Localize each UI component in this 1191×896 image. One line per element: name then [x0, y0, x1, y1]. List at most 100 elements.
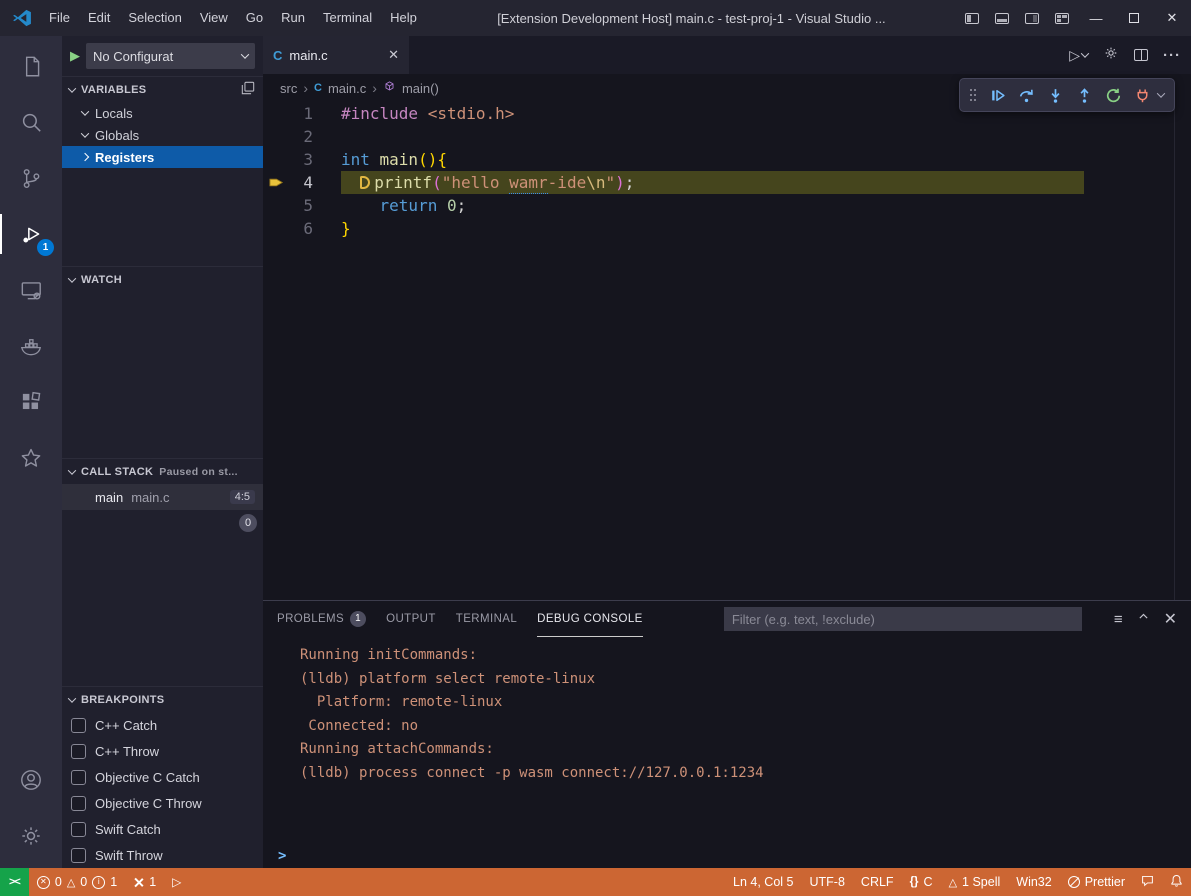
menu-item[interactable]: Run	[272, 0, 314, 36]
chevron-down-icon	[68, 274, 76, 282]
console-line: Connected: no	[300, 715, 1191, 739]
debug-status[interactable]: ▷	[164, 868, 189, 896]
breakpoint-checkbox[interactable]	[71, 848, 86, 863]
drag-handle-icon[interactable]	[970, 94, 972, 96]
variables-item-registers[interactable]: Registers	[62, 146, 263, 168]
breakpoint-item[interactable]: C++ Throw	[62, 738, 263, 764]
remote-indicator[interactable]: ><	[0, 868, 29, 896]
debug-config-dropdown[interactable]: No Configurat	[86, 43, 255, 69]
breakpoint-checkbox[interactable]	[71, 822, 86, 837]
breakpoint-checkbox[interactable]	[71, 718, 86, 733]
spell-status[interactable]: △ 1 Spell	[941, 868, 1009, 896]
problems-status[interactable]: ✕ 0 △ 0 i 1	[29, 868, 125, 896]
tab-close-icon[interactable]: ✕	[388, 47, 399, 63]
variables-item-locals[interactable]: Locals	[62, 102, 263, 124]
close-button[interactable]: ✕	[1153, 0, 1191, 36]
tab-problems[interactable]: PROBLEMS 1	[277, 601, 366, 637]
notifications-status[interactable]	[1162, 868, 1191, 896]
customize-layout-icon[interactable]	[1047, 0, 1077, 36]
chevron-down-icon[interactable]	[1157, 89, 1165, 97]
menu-item[interactable]: Go	[237, 0, 272, 36]
menu-item[interactable]: File	[40, 0, 79, 36]
search-icon[interactable]	[0, 94, 62, 150]
step-into-button[interactable]	[1045, 85, 1065, 105]
console-filter-input[interactable]	[724, 607, 1082, 631]
breakpoint-checkbox[interactable]	[71, 744, 86, 759]
cursor-position[interactable]: Ln 4, Col 5	[725, 868, 801, 896]
code-text: }	[341, 217, 351, 240]
tools-status[interactable]: 1	[125, 868, 164, 896]
breadcrumb-file[interactable]: main.c	[328, 81, 366, 96]
toggle-sidebar-icon[interactable]	[957, 0, 987, 36]
extensions-icon[interactable]	[0, 374, 62, 430]
remote-explorer-icon[interactable]	[0, 262, 62, 318]
toggle-secondary-sidebar-icon[interactable]	[1017, 0, 1047, 36]
start-debug-icon[interactable]: ▶	[70, 48, 80, 64]
formatter-status[interactable]: Prettier	[1060, 868, 1133, 896]
more-actions-icon[interactable]: ···	[1163, 47, 1181, 64]
breakpoint-checkbox[interactable]	[71, 770, 86, 785]
split-editor-icon[interactable]	[1134, 49, 1148, 61]
language-status[interactable]: {} C	[902, 868, 941, 896]
collapse-all-icon[interactable]	[241, 81, 255, 98]
toggle-panel-icon[interactable]	[987, 0, 1017, 36]
eol-status[interactable]: CRLF	[853, 868, 902, 896]
feedback-status[interactable]	[1133, 868, 1162, 896]
breakpoint-item[interactable]: Swift Throw	[62, 842, 263, 868]
editor[interactable]: 1#include <stdio.h>23int main(){4 printf…	[263, 102, 1191, 600]
restart-button[interactable]	[1103, 85, 1123, 105]
breakpoint-item[interactable]: Swift Catch	[62, 816, 263, 842]
step-over-button[interactable]	[1016, 85, 1036, 105]
close-panel-icon[interactable]: ✕	[1164, 609, 1177, 629]
console-input[interactable]: >	[263, 844, 1191, 868]
settings-gear-icon[interactable]	[0, 808, 62, 864]
watch-header[interactable]: WATCH	[62, 266, 263, 292]
minimize-button[interactable]: —	[1077, 0, 1115, 36]
breadcrumb-src[interactable]: src	[280, 81, 297, 96]
maximize-button[interactable]	[1115, 0, 1153, 36]
gear-icon[interactable]	[1103, 45, 1119, 66]
chevron-up-icon[interactable]	[1137, 610, 1150, 628]
debug-badge: 1	[37, 239, 54, 256]
stack-frame-row[interactable]: main main.c 4:5	[62, 484, 263, 510]
run-file-icon[interactable]: ▷	[1069, 47, 1088, 64]
encoding-status[interactable]: UTF-8	[802, 868, 853, 896]
tab-main-c[interactable]: C main.c ✕	[263, 36, 409, 74]
menu-item[interactable]: Selection	[119, 0, 190, 36]
paused-hint: Paused on st...	[159, 466, 238, 478]
breakpoints-header[interactable]: BREAKPOINTS	[62, 686, 263, 712]
breakpoint-checkbox[interactable]	[71, 796, 86, 811]
debug-run-icon: ▷	[172, 875, 181, 889]
tab-output[interactable]: OUTPUT	[386, 601, 436, 637]
account-icon[interactable]	[0, 752, 62, 808]
tab-terminal[interactable]: TERMINAL	[456, 601, 517, 637]
menu-item[interactable]: Edit	[79, 0, 119, 36]
sidebar: ▶ No Configurat VARIABLES Locals Globals	[62, 36, 263, 868]
prompt-chevron-icon: >	[278, 848, 286, 864]
menu-item[interactable]: Terminal	[314, 0, 381, 36]
variables-item-globals[interactable]: Globals	[62, 124, 263, 146]
instruction-pointer-icon[interactable]	[263, 171, 289, 194]
docker-icon[interactable]	[0, 318, 62, 374]
explorer-icon[interactable]	[0, 38, 62, 94]
disconnect-button[interactable]	[1132, 85, 1152, 105]
breakpoint-item[interactable]: Objective C Catch	[62, 764, 263, 790]
platform-status[interactable]: Win32	[1008, 868, 1059, 896]
breakpoint-item[interactable]: Objective C Throw	[62, 790, 263, 816]
code-lines: 1#include <stdio.h>23int main(){4 printf…	[263, 102, 1191, 240]
filter-lines-icon[interactable]: ≡	[1114, 611, 1123, 628]
star-icon[interactable]	[0, 430, 62, 486]
run-and-debug-icon[interactable]: 1	[0, 206, 62, 262]
code-line: 6}	[263, 217, 1191, 240]
variables-header[interactable]: VARIABLES	[62, 76, 263, 102]
breadcrumb-symbol[interactable]: main()	[402, 81, 439, 96]
step-out-button[interactable]	[1074, 85, 1094, 105]
call-stack-header[interactable]: CALL STACK Paused on st...	[62, 458, 263, 484]
menu-item[interactable]: View	[191, 0, 237, 36]
source-control-icon[interactable]	[0, 150, 62, 206]
menu-item[interactable]: Help	[381, 0, 426, 36]
console-line: Running attachCommands:	[300, 738, 1191, 762]
tab-debug-console[interactable]: DEBUG CONSOLE	[537, 601, 643, 637]
continue-button[interactable]	[987, 85, 1007, 105]
breakpoint-item[interactable]: C++ Catch	[62, 712, 263, 738]
